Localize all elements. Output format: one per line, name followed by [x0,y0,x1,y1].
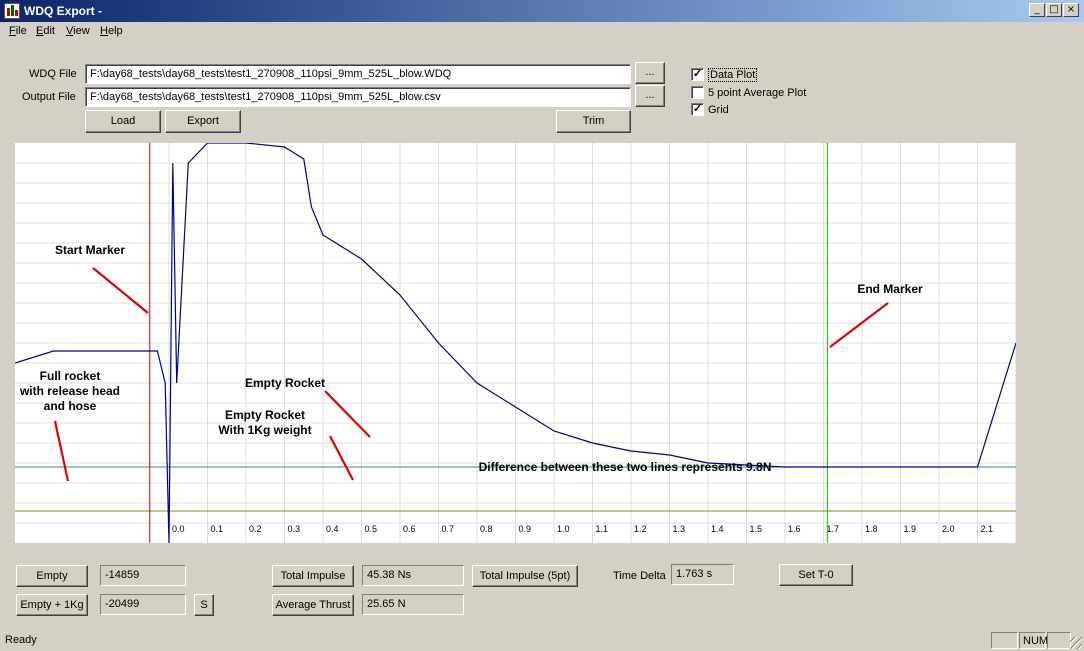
empty-1kg-line2: With 1Kg weight [218,423,312,437]
difference-annotation: Difference between these two lines repre… [478,460,772,474]
data-plot-label: Data Plot [708,68,758,82]
plot-svg: 0.0 0.1 0.2 0.3 0.4 0.5 0.6 0.7 0.8 0.9 1.0 1.1 1.2 1… [15,143,1016,543]
wdq-file-input[interactable]: F:\day68_tests\day68_tests\test1_270908_… [85,64,631,84]
menu-edit[interactable]: Edit [36,25,55,37]
full-rocket-annotation: Full rocket with release head and hose [15,369,125,414]
wdq-browse-button[interactable]: ... [635,62,665,84]
grid-label: Grid [708,104,729,116]
grid-checkbox[interactable]: ✓ [691,103,704,116]
resize-grip[interactable] [1070,637,1082,649]
maximize-button[interactable]: □ [1046,3,1062,17]
x-tick-label: 1.6 [788,524,801,534]
end-marker-arrow [829,302,889,348]
minimize-button[interactable]: _ [1029,3,1045,17]
status-pane-scrl [1047,632,1071,649]
x-tick-label: 1.4 [711,524,724,534]
x-tick-label: 0.7 [442,524,455,534]
x-tick-label: 0.3 [288,524,301,534]
output-file-label: Output File [22,91,76,103]
x-tick-label: 2.0 [942,524,955,534]
full-rocket-arrow [53,420,70,482]
menu-bar: File Edit View Help [0,22,1084,40]
avg-plot-label: 5 point Average Plot [708,87,807,99]
x-tick-label: 1.9 [904,524,917,534]
x-tick-label: 1.2 [634,524,647,534]
x-tick-label: 1.7 [827,524,840,534]
menu-file[interactable]: File [9,25,27,37]
full-rocket-line1: Full rocket [39,369,101,383]
average-thrust-button[interactable]: Average Thrust [272,594,354,616]
x-tick-label: 2.1 [981,524,994,534]
title-bar[interactable]: WDQ Export - _ □ × [0,0,1084,22]
empty-rocket-annotation: Empty Rocket [244,376,326,390]
total-impulse-5pt-button[interactable]: Total Impulse (5pt) [472,565,578,587]
avg-plot-checkbox[interactable] [691,86,704,99]
empty-button[interactable]: Empty [16,565,88,587]
status-bar: Ready NUM [0,631,1084,651]
status-text: Ready [5,634,37,646]
time-delta-label: Time Delta [613,570,666,582]
x-tick-label: 0.0 [172,524,185,534]
x-tick-label: 0.2 [249,524,262,534]
close-button[interactable]: × [1063,3,1079,17]
total-impulse-value: 45.38 Ns [362,565,464,586]
status-pane-num: NUM [1019,632,1048,649]
thrust-plot[interactable]: 0.0 0.1 0.2 0.3 0.4 0.5 0.6 0.7 0.8 0.9 1.0 1.1 1.2 1… [15,143,1016,543]
average-thrust-value: 25.65 N [362,594,464,615]
x-tick-label: 1.8 [865,524,878,534]
empty-1kg-value: -20499 [100,594,186,615]
x-tick-label: 0.1 [211,524,224,534]
full-rocket-line3: and hose [43,399,97,413]
end-marker-annotation: End Marker [857,282,923,296]
export-button[interactable]: Export [165,110,241,133]
time-delta-value: 1.763 s [671,564,734,585]
trim-button[interactable]: Trim [556,110,631,133]
start-marker-annotation: Start Marker [54,243,126,257]
x-tick-label: 1.0 [557,524,570,534]
x-tick-label: 1.5 [750,524,763,534]
set-t0-button[interactable]: Set T-0 [779,564,853,586]
x-tick-label: 0.5 [365,524,378,534]
empty-rocket-arrow [324,390,371,438]
wdq-file-label: WDQ File [29,68,77,80]
x-tick-label: 1.3 [673,524,686,534]
x-tick-label: 0.4 [326,524,339,534]
output-file-input[interactable]: F:\day68_tests\day68_tests\test1_270908_… [85,87,631,107]
menu-view[interactable]: View [66,25,90,37]
start-marker-arrow [92,267,149,314]
s-button[interactable]: S [194,594,214,616]
x-tick-label: 0.9 [519,524,532,534]
app-icon [4,3,20,19]
status-pane-caps [991,632,1018,649]
data-plot-checkbox[interactable]: ✓ [691,68,704,81]
full-rocket-line2: with release head [19,384,121,398]
x-tick-label: 0.6 [403,524,416,534]
total-impulse-button[interactable]: Total Impulse [272,565,354,587]
empty-rocket-1kg-annotation: Empty Rocket With 1Kg weight [210,408,320,438]
empty-1kg-line1: Empty Rocket [224,408,306,422]
output-browse-button[interactable]: ... [635,85,665,107]
empty-1kg-button[interactable]: Empty + 1Kg [16,594,88,616]
window-title: WDQ Export - [24,4,102,18]
x-tick-label: 1.1 [596,524,609,534]
empty-value: -14859 [100,565,186,586]
load-button[interactable]: Load [85,110,161,133]
x-tick-label: 0.8 [480,524,493,534]
menu-help[interactable]: Help [100,25,123,37]
